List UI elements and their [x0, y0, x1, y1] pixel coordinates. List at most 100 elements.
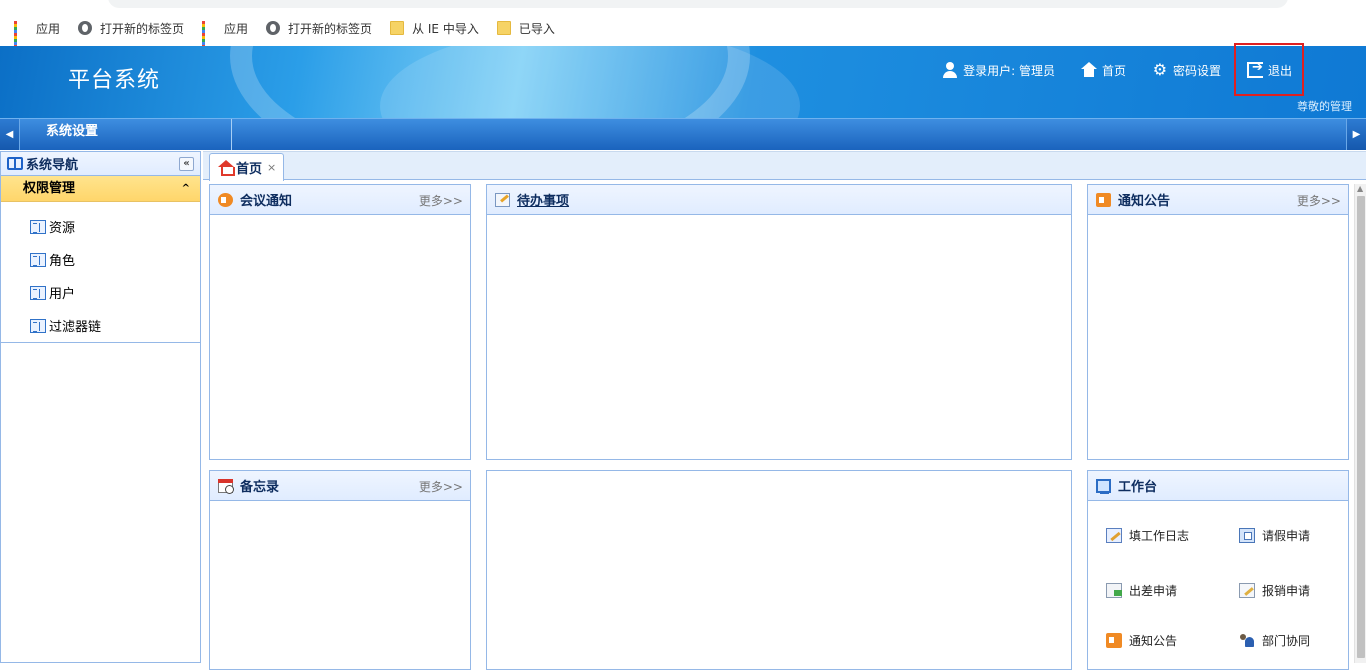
panel-header: 会议通知 更多>> [210, 185, 470, 215]
bookmarks-bar: 应用 打开新的标签页 应用 打开新的标签页 从 IE 中导入 已导入 [0, 10, 1366, 48]
workbench-item-reimbursement[interactable]: 报销申请 [1239, 582, 1310, 599]
panel-meeting-notice: 会议通知 更多>> [209, 184, 471, 460]
document-icon [1239, 528, 1255, 543]
bookmark-label: 从 IE 中导入 [412, 21, 479, 36]
module-bar: ◀ 系统设置 ▶ [0, 118, 1366, 150]
more-link[interactable]: 更多>> [419, 478, 463, 495]
password-settings-link[interactable]: ⚙ 密码设置 [1152, 62, 1221, 79]
welcome-text: 尊敬的管理 [1297, 100, 1352, 113]
user-icon [942, 62, 958, 78]
panel-title-link[interactable]: 待办事项 [517, 190, 569, 209]
module-system-settings[interactable]: 系统设置 [22, 119, 232, 150]
reimbursement-icon [1239, 583, 1255, 598]
tree-node-icon [30, 252, 46, 267]
sidebar-group-permissions[interactable]: 权限管理 ^ [1, 176, 200, 202]
tree-node-icon [30, 318, 46, 333]
sidebar-group-label: 权限管理 [23, 181, 76, 196]
globe-icon [266, 21, 281, 35]
edit-icon [495, 192, 510, 207]
edit-log-icon [1106, 528, 1122, 543]
panel-header: 通知公告 更多>> [1088, 185, 1348, 215]
sidebar-item-users[interactable]: 用户 [1, 276, 200, 309]
folder-icon [496, 21, 511, 35]
home-link[interactable]: 首页 [1080, 62, 1126, 79]
sidebar-item-label: 用户 [49, 287, 76, 302]
tabs-bar: 首页 × [203, 151, 1366, 181]
announcement-icon [1096, 192, 1111, 207]
announcement-icon [1106, 633, 1122, 648]
more-link[interactable]: 更多>> [419, 192, 463, 209]
close-icon[interactable]: × [267, 161, 276, 174]
workbench-item-business-trip[interactable]: 出差申请 [1106, 582, 1177, 599]
globe-icon [78, 21, 93, 35]
browser-address-area [0, 0, 1366, 10]
collapse-sidebar-button[interactable]: « [179, 157, 194, 171]
bookmark-new-tab-2[interactable]: 打开新的标签页 [266, 20, 372, 37]
scrollbar-thumb[interactable] [1357, 196, 1365, 658]
workbench-item-notice[interactable]: 通知公告 [1106, 632, 1177, 649]
bookmark-apps-2[interactable]: 应用 [202, 20, 248, 48]
more-link[interactable]: 更多>> [1297, 192, 1341, 209]
users-icon [1239, 633, 1255, 648]
bookmark-import-ie[interactable]: 从 IE 中导入 [390, 20, 479, 37]
chevron-up-icon: ^ [181, 183, 190, 194]
sidebar-title: 系统导航 [26, 158, 79, 173]
password-settings-label: 密码设置 [1172, 63, 1221, 78]
folder-icon [390, 21, 405, 35]
workbench-item-label: 报销申请 [1262, 584, 1311, 598]
workbench-item-label: 出差申请 [1129, 584, 1178, 598]
tree-node-icon [30, 285, 46, 300]
home-icon [218, 160, 235, 176]
panel-todo: 待办事项 [486, 184, 1072, 460]
tab-home[interactable]: 首页 × [209, 153, 284, 181]
workbench-item-department[interactable]: 部门协同 [1239, 632, 1310, 649]
panel-header: 备忘录 更多>> [210, 471, 470, 501]
app-header: 平台系统 登录用户: 管理员 首页 ⚙ 密码设置 退出 尊敬的管理 [0, 46, 1366, 118]
workbench-item-label: 请假申请 [1262, 529, 1311, 543]
login-user-info: 登录用户: 管理员 [942, 62, 1055, 79]
bookmark-imported[interactable]: 已导入 [496, 20, 555, 37]
sidebar-item-roles[interactable]: 角色 [1, 243, 200, 276]
scroll-up-arrow-icon[interactable]: ▲ [1357, 184, 1363, 193]
bookmark-label: 打开新的标签页 [288, 21, 373, 36]
monitor-icon [1096, 478, 1111, 494]
panel-header: 工作台 [1088, 471, 1348, 501]
panel-title: 工作台 [1118, 480, 1158, 495]
sidebar-item-label: 资源 [49, 221, 76, 236]
home-icon [1080, 62, 1097, 78]
workbench-item-label: 通知公告 [1129, 634, 1178, 648]
sidebar-item-filter-chain[interactable]: 过滤器链 [1, 309, 200, 342]
header-decoration [380, 46, 800, 118]
panel-title: 通知公告 [1118, 194, 1171, 209]
bookmark-label: 已导入 [518, 21, 555, 36]
panel-memo: 备忘录 更多>> [209, 470, 471, 670]
workbench-item-label: 填工作日志 [1129, 529, 1190, 543]
panel-header: 待办事项 [487, 185, 1071, 215]
bookmark-label: 应用 [36, 21, 61, 36]
panel-title: 备忘录 [240, 480, 280, 495]
trip-icon [1106, 583, 1122, 598]
apps-grid-icon [202, 21, 216, 48]
scroll-left-button[interactable]: ◀ [0, 119, 20, 150]
bookmark-new-tab[interactable]: 打开新的标签页 [78, 20, 184, 37]
bookmark-apps[interactable]: 应用 [14, 20, 61, 48]
panel-title: 会议通知 [240, 194, 293, 209]
bookmark-label: 打开新的标签页 [100, 21, 185, 36]
address-bar[interactable] [108, 0, 1288, 8]
sidebar-menu: 资源 角色 用户 过滤器链 [1, 202, 200, 343]
book-icon [7, 157, 23, 170]
tree-node-icon [30, 219, 46, 234]
apps-grid-icon [14, 21, 28, 48]
panel-notice: 通知公告 更多>> [1087, 184, 1349, 460]
sidebar-item-label: 角色 [49, 254, 76, 269]
workbench-item-work-log[interactable]: 填工作日志 [1106, 527, 1189, 544]
panel-workbench: 工作台 填工作日志 请假申请 出差申请 报销申请 通知公告 部门协同 [1087, 470, 1349, 670]
workbench-item-leave[interactable]: 请假申请 [1239, 527, 1310, 544]
sidebar-item-label: 过滤器链 [49, 320, 102, 335]
scroll-right-button[interactable]: ▶ [1346, 119, 1366, 150]
sidebar-item-resources[interactable]: 资源 [1, 210, 200, 243]
vertical-scrollbar[interactable]: ▲ [1354, 184, 1366, 663]
workbench-item-label: 部门协同 [1262, 634, 1311, 648]
panel-empty [486, 470, 1072, 670]
home-link-label: 首页 [1101, 63, 1126, 78]
